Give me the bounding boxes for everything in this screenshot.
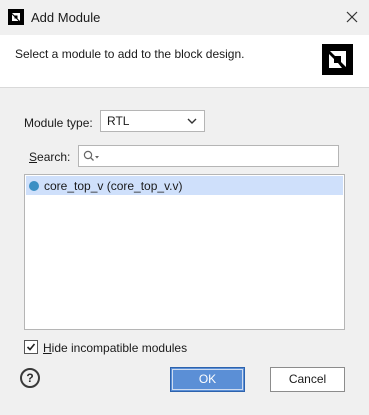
module-type-select[interactable]: RTL xyxy=(100,110,205,132)
search-label-mnemonic: S xyxy=(29,150,38,164)
add-module-dialog: Add Module Select a module to add to the… xyxy=(0,0,369,415)
checkmark-icon xyxy=(26,343,36,351)
close-icon xyxy=(346,11,358,23)
search-input[interactable] xyxy=(78,145,339,167)
hide-incompatible-label[interactable]: Hide incompatible modules xyxy=(43,341,187,355)
help-button[interactable]: ? xyxy=(20,368,40,388)
hide-label-mnemonic: H xyxy=(43,341,52,355)
header-description: Select a module to add to the block desi… xyxy=(15,47,245,61)
hide-incompatible-checkbox[interactable] xyxy=(24,340,38,354)
search-label: Search: xyxy=(29,150,70,164)
amd-logo-icon xyxy=(8,9,24,25)
module-type-value: RTL xyxy=(107,114,130,128)
search-label-text: earch: xyxy=(37,150,71,164)
header-banner: Select a module to add to the block desi… xyxy=(0,35,369,88)
module-list[interactable]: core_top_v (core_top_v.v) xyxy=(24,174,345,330)
close-button[interactable] xyxy=(338,4,366,30)
search-icon xyxy=(83,150,99,161)
amd-logo-icon xyxy=(322,44,353,75)
hide-label-text: ide incompatible modules xyxy=(51,341,188,355)
ok-button[interactable]: OK xyxy=(170,367,245,392)
cancel-button[interactable]: Cancel xyxy=(270,367,345,392)
module-type-label: Module type: xyxy=(24,116,93,130)
list-item[interactable]: core_top_v (core_top_v.v) xyxy=(26,176,343,195)
title-bar: Add Module xyxy=(0,0,369,35)
module-name: core_top_v (core_top_v.v) xyxy=(44,179,183,193)
chevron-down-icon xyxy=(187,118,197,124)
dot-icon xyxy=(29,181,39,191)
window-title: Add Module xyxy=(31,10,101,25)
